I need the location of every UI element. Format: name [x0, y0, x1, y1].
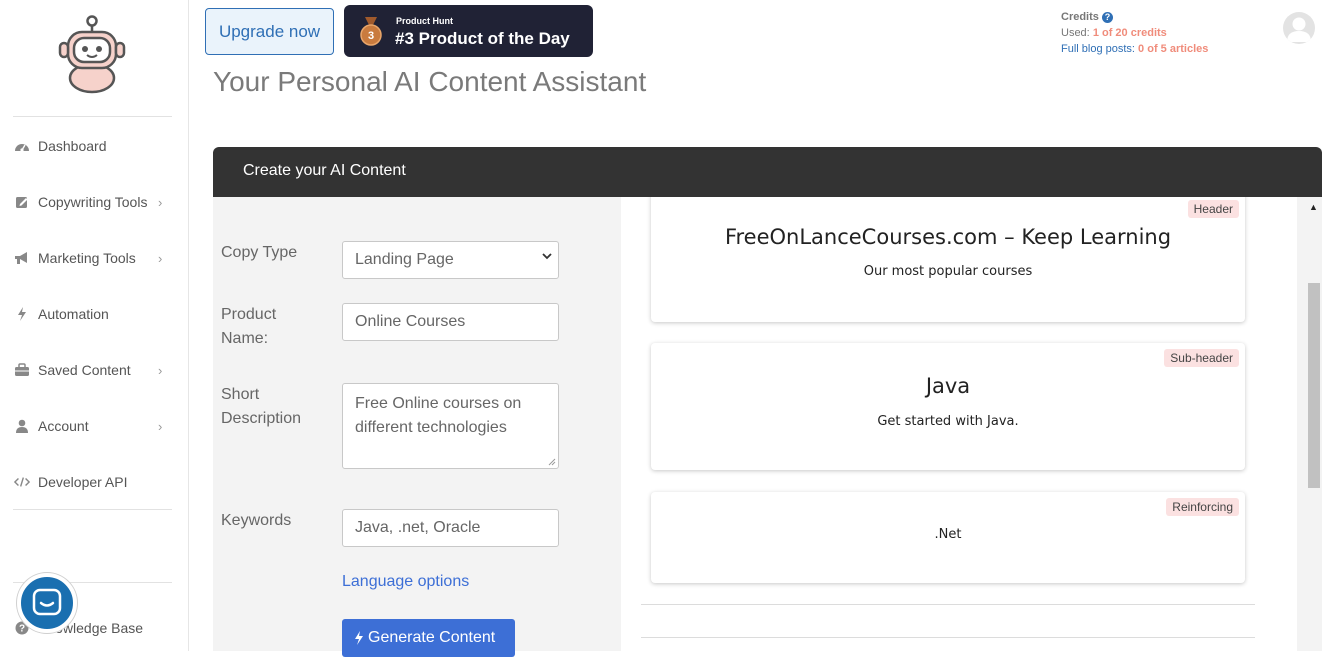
short-description-label-line1: Short — [221, 386, 260, 403]
chat-icon — [32, 588, 62, 616]
card-title: Create your AI Content — [243, 162, 406, 179]
sidebar-item-developer-api[interactable]: Developer API — [0, 462, 189, 502]
short-description-line: different technologies — [355, 419, 507, 436]
sidebar-item-label: Dashboard — [38, 138, 107, 154]
generate-content-button[interactable]: Generate Content — [342, 619, 515, 657]
short-description-label: Short Description — [221, 383, 301, 431]
blog-posts-value: 0 of 5 articles — [1138, 43, 1209, 55]
dashboard-icon — [14, 138, 30, 154]
user-icon — [14, 418, 30, 434]
result-tag: Reinforcing — [1166, 498, 1239, 516]
sidebar-item-label: Saved Content — [38, 362, 131, 378]
keywords-value: Java, .net, Oracle — [355, 519, 481, 536]
producthunt-label: Product Hunt — [396, 16, 453, 26]
divider — [641, 604, 1255, 605]
product-name-input[interactable]: Online Courses — [342, 303, 559, 341]
user-avatar-icon — [1287, 17, 1311, 42]
generate-content-label: Generate Content — [368, 629, 496, 646]
copy-type-select[interactable]: Landing Page — [342, 241, 559, 279]
edit-icon — [14, 194, 30, 210]
sidebar-item-label: Automation — [38, 306, 109, 322]
result-card[interactable]: Reinforcing .Net — [651, 492, 1245, 583]
resize-handle-icon[interactable] — [548, 458, 556, 466]
result-subtitle: Our most popular courses — [863, 264, 1033, 279]
svg-text:?: ? — [19, 624, 25, 635]
sidebar-item-label: Developer API — [38, 474, 128, 490]
bullhorn-icon — [14, 250, 30, 266]
content-form: Copy Type Landing Page Product Name: Onl… — [213, 197, 591, 657]
producthunt-rank-text: #3 Product of the Day — [395, 29, 570, 48]
language-options-link[interactable]: Language options — [342, 573, 469, 591]
sidebar-item-marketing-tools[interactable]: Marketing Tools › — [0, 238, 189, 278]
sidebar-item-label: Marketing Tools — [38, 250, 136, 266]
chevron-down-icon — [542, 251, 552, 264]
divider — [641, 637, 1255, 638]
bolt-icon — [355, 631, 363, 645]
short-description-textarea[interactable]: Free Online courses on different technol… — [342, 383, 559, 469]
blog-posts-label: Full blog posts: — [1061, 43, 1135, 55]
code-icon — [14, 474, 30, 490]
producthunt-badge[interactable]: 3 Product Hunt #3 Product of the Day — [344, 5, 593, 57]
results-panel: Header FreeOnLanceCourses.com – Keep Lea… — [591, 197, 1322, 651]
keywords-input[interactable]: Java, .net, Oracle — [342, 509, 559, 547]
chevron-right-icon: › — [158, 362, 163, 378]
sidebar-item-label: Account — [38, 418, 89, 434]
sidebar: Dashboard Copywriting Tools › Marketing … — [0, 0, 189, 651]
credits-title: Credits — [1061, 11, 1099, 23]
result-tag: Header — [1187, 200, 1239, 218]
product-name-label-line2: Name: — [221, 330, 269, 347]
keywords-label: Keywords — [221, 512, 292, 529]
result-card[interactable]: Header FreeOnLanceCourses.com – Keep Lea… — [651, 197, 1245, 322]
result-subtitle: .Net — [934, 527, 962, 542]
chat-widget-button[interactable] — [17, 573, 77, 633]
bolt-icon — [14, 306, 30, 322]
sidebar-item-automation[interactable]: Automation — [0, 294, 189, 334]
sidebar-item-saved-content[interactable]: Saved Content › — [0, 350, 189, 390]
credits-used-label: Used: — [1061, 27, 1090, 39]
credits-used-value: 1 of 20 credits — [1092, 27, 1167, 39]
svg-text:3: 3 — [368, 30, 374, 42]
result-title: FreeOnLanceCourses.com – Keep Learning — [724, 225, 1172, 249]
short-description-label-line2: Description — [221, 410, 302, 427]
short-description-line: Free Online courses on — [355, 395, 522, 412]
sidebar-item-dashboard[interactable]: Dashboard — [0, 126, 189, 166]
results-list: Header FreeOnLanceCourses.com – Keep Lea… — [621, 197, 1297, 651]
product-name-value: Online Courses — [355, 313, 466, 330]
product-name-label: Product Name: — [221, 303, 276, 351]
result-subtitle: Get started with Java. — [877, 414, 1019, 429]
sidebar-item-copywriting-tools[interactable]: Copywriting Tools › — [0, 182, 189, 222]
upgrade-now-button[interactable]: Upgrade now — [205, 8, 334, 55]
sidebar-divider — [13, 116, 172, 117]
copy-type-label: Copy Type — [221, 244, 298, 261]
sidebar-item-account[interactable]: Account › — [0, 406, 189, 446]
result-tag: Sub-header — [1164, 349, 1239, 367]
chevron-right-icon: › — [158, 250, 163, 266]
robot-logo-icon[interactable] — [56, 14, 128, 96]
copy-type-value: Landing Page — [355, 251, 454, 268]
medal-icon: 3 — [360, 17, 382, 46]
help-icon[interactable]: ? — [1101, 11, 1113, 23]
sidebar-item-label: Copywriting Tools — [38, 194, 148, 210]
credits-panel: Credits ? Used: 1 of 20 credits Full blo… — [1061, 9, 1208, 57]
page-title: Your Personal AI Content Assistant — [213, 66, 647, 97]
briefcase-icon — [14, 362, 30, 378]
scroll-up-arrow-icon[interactable]: ▲ — [1309, 202, 1318, 212]
scrollbar-thumb[interactable] — [1308, 283, 1320, 488]
sidebar-divider — [13, 509, 172, 510]
chevron-right-icon: › — [158, 194, 163, 210]
card-header: Create your AI Content — [213, 147, 1322, 197]
product-name-label-line1: Product — [221, 306, 277, 323]
result-title: Java — [925, 374, 971, 398]
avatar[interactable] — [1283, 12, 1315, 44]
results-scrollbar[interactable]: ▲ — [1305, 197, 1322, 651]
chevron-right-icon: › — [158, 418, 163, 434]
result-card[interactable]: Sub-header Java Get started with Java. — [651, 343, 1245, 470]
